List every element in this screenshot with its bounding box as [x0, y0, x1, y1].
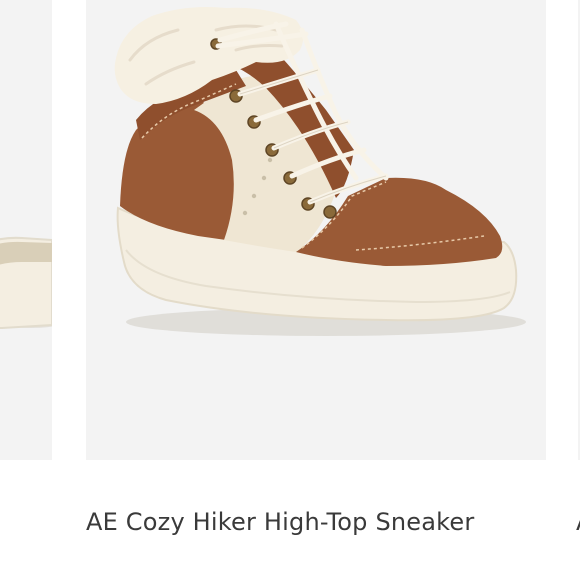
product-carousel: AE Cozy Hiker High-Top Sneaker A	[0, 0, 580, 580]
sneaker-image	[86, 0, 546, 460]
current-product-image[interactable]	[86, 0, 546, 460]
previous-sneaker-image	[0, 0, 52, 460]
product-title[interactable]: AE Cozy Hiker High-Top Sneaker	[86, 502, 556, 542]
next-product-title[interactable]: A	[576, 502, 580, 542]
previous-product-image[interactable]	[0, 0, 52, 460]
